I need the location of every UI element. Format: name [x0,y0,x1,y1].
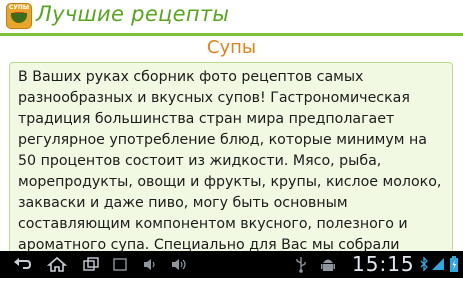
app-bar: СУПЫ Лучшие рецепты [0,0,463,33]
wifi-icon [430,251,446,278]
bluetooth-icon [418,251,430,278]
app-logo-icon[interactable]: СУПЫ [6,3,32,29]
system-navigation-bar: 15:15 [0,251,463,278]
app-logo-label: СУПЫ [8,4,30,11]
battery-icon [448,251,460,278]
recipe-description-text: В Ваших руках сборник фото рецептов самы… [18,69,442,251]
section-title: Супы [206,37,257,58]
recipe-description-card[interactable]: В Ваших руках сборник фото рецептов самы… [9,62,453,251]
usb-icon [294,251,308,278]
app-title: Лучшие рецепты [36,2,230,26]
home-icon[interactable] [45,251,69,278]
volume-up-icon[interactable] [168,251,190,278]
back-icon[interactable] [8,251,36,278]
recent-apps-icon[interactable] [80,251,102,278]
android-debug-icon [320,251,336,278]
content-area: Супы В Ваших руках сборник фото рецептов… [0,36,463,251]
screenshot-icon[interactable] [110,251,130,278]
volume-down-icon[interactable] [140,251,160,278]
status-clock: 15:15 [352,252,415,276]
